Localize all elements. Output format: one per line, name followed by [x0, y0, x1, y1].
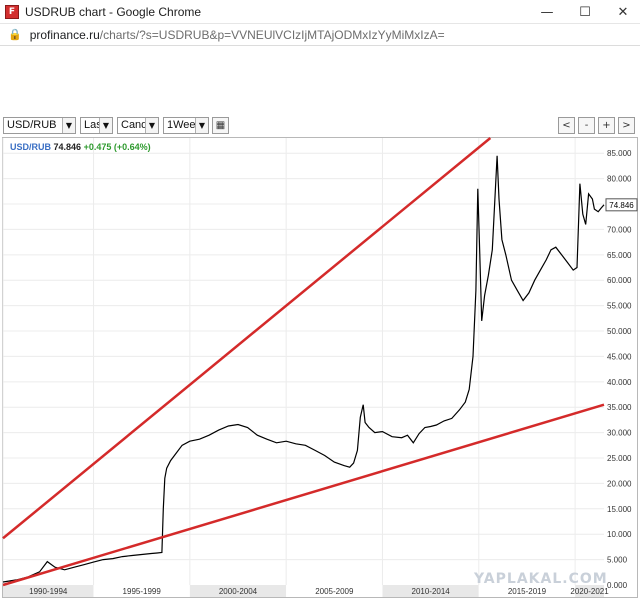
legend-change: +0.475 [83, 142, 112, 152]
x-tick-label: 2010-2014 [412, 587, 451, 596]
y-tick-label: 60.000 [607, 276, 632, 285]
trendline [2, 137, 492, 540]
x-tick-label: 1990-1994 [29, 587, 68, 596]
usd-rub-chart[interactable]: 1990-1994 1995-1999 2000-2004 2005-2009 2010… [0, 0, 640, 611]
y-tick-label: 30.000 [607, 429, 632, 438]
y-tick-label: 45.000 [607, 352, 632, 361]
watermark-text: YAPLAKAL.COM [474, 571, 608, 587]
y-tick-label: 70.000 [607, 225, 632, 234]
x-tick-label: 2020-2021 [570, 587, 609, 596]
y-tick-label: 20.000 [607, 479, 632, 488]
y-tick-label: 85.000 [607, 149, 632, 158]
x-tick-label: 2005-2009 [315, 587, 354, 596]
y-tick-label: 40.000 [607, 378, 632, 387]
y-tick-label: 35.000 [607, 403, 632, 412]
chart-legend: USD/RUB 74.846 +0.475 (+0.64%) [10, 142, 151, 152]
y-tick-label: 10.000 [607, 530, 632, 539]
y-tick-label: 5.000 [607, 556, 628, 565]
legend-last-price: 74.846 [53, 142, 82, 152]
y-tick-label: 15.000 [607, 505, 632, 514]
y-tick-label: 65.000 [607, 251, 632, 260]
x-tick-label: 2015-2019 [508, 587, 547, 596]
y-tick-label: 80.000 [607, 175, 632, 184]
y-tick-label: 50.000 [607, 327, 632, 336]
y-tick-label: 55.000 [607, 302, 632, 311]
last-price-tag: 74.846 [609, 201, 634, 210]
x-tick-label: 2000-2004 [219, 587, 258, 596]
legend-change-percent: (+0.64%) [113, 142, 151, 152]
legend-symbol: USD/RUB [10, 142, 52, 152]
y-tick-label: 0.000 [607, 581, 628, 590]
y-tick-label: 25.000 [607, 454, 632, 463]
x-tick-label: 1995-1999 [123, 587, 162, 596]
